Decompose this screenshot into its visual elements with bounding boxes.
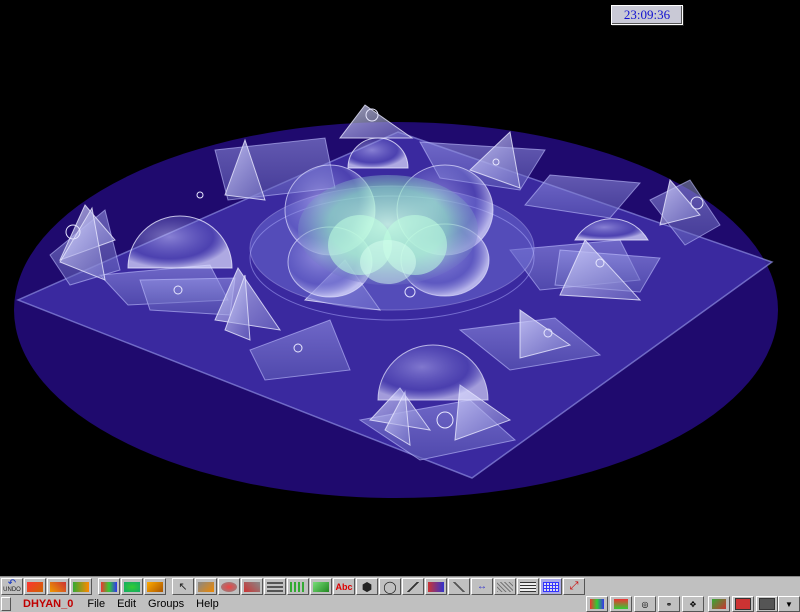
shapes-tool-button[interactable] — [98, 578, 120, 595]
project-name: DHYAN_0 — [23, 598, 74, 610]
layers-button[interactable] — [264, 578, 286, 595]
circle-icon: ◯ — [383, 579, 397, 594]
pencil-icon — [198, 581, 214, 592]
green-cube-icon — [313, 581, 329, 592]
layers-icon — [267, 581, 283, 592]
move-tool-button[interactable] — [70, 578, 92, 595]
dropdown-button[interactable]: ▼ — [778, 596, 800, 612]
grid-button[interactable] — [540, 578, 562, 595]
diagonal-line-icon — [451, 581, 467, 592]
menu-groups[interactable]: Groups — [148, 598, 184, 610]
3d-scene — [14, 104, 778, 498]
menu-help[interactable]: Help — [196, 598, 219, 610]
system-menu-box[interactable] — [1, 597, 11, 611]
toolbar: ↶ UNDO ↖ Abc ⬢ ◯ ↔ ⤢ — [0, 576, 800, 596]
orbit-button[interactable]: ⚭ — [658, 596, 680, 612]
green-arrow-icon — [73, 581, 89, 592]
scale-icon — [244, 581, 260, 592]
draw-tool-button[interactable] — [195, 578, 217, 595]
wave-tool-button[interactable] — [425, 578, 447, 595]
pan-icon: ✥ — [689, 599, 697, 609]
flag-button[interactable] — [610, 596, 632, 612]
brush-tool-button[interactable] — [144, 578, 166, 595]
display-button[interactable] — [756, 596, 778, 612]
transform-button[interactable]: ↔ — [471, 578, 493, 595]
axes-icon: ⤢ — [569, 580, 579, 592]
orange-curve-icon — [50, 581, 66, 592]
pan-button[interactable]: ✥ — [682, 596, 704, 612]
menu-edit[interactable]: Edit — [117, 598, 136, 610]
display-icon — [759, 598, 775, 610]
text-tool-button[interactable]: Abc — [333, 578, 355, 595]
grid-icon — [543, 581, 559, 592]
render-button[interactable] — [708, 596, 730, 612]
red-curves-icon — [27, 581, 43, 592]
rotate-tool-button[interactable] — [218, 578, 240, 595]
polygon-tool-button[interactable]: ⬢ — [356, 578, 378, 595]
chevron-down-icon: ▼ — [785, 599, 793, 609]
window-button[interactable] — [732, 596, 754, 612]
clock-display: 23:09:36 — [611, 5, 683, 25]
palette-icon — [590, 599, 604, 609]
color-palette-button[interactable] — [586, 596, 608, 612]
stroke-tool-button[interactable] — [448, 578, 470, 595]
eye-icon: ◎ — [641, 599, 649, 609]
grid-pattern-icon — [290, 581, 306, 592]
line-tool-button[interactable] — [402, 578, 424, 595]
octagon-icon: ⬢ — [361, 579, 373, 594]
table-icon — [520, 581, 536, 592]
rotate-icon — [221, 581, 237, 592]
view-tool-button[interactable]: ◎ — [634, 596, 656, 612]
axes-button[interactable]: ⤢ — [563, 578, 585, 595]
arc-tool-button[interactable] — [47, 578, 69, 595]
solid-button[interactable] — [310, 578, 332, 595]
circle-tool-button[interactable]: ◯ — [379, 578, 401, 595]
pattern-button[interactable] — [287, 578, 309, 595]
colorful-shapes-icon — [101, 581, 117, 592]
menubar: DHYAN_0 File Edit Groups Help — [0, 596, 800, 612]
green-spiral-icon — [124, 581, 140, 592]
flag-icon — [614, 599, 628, 609]
window-icon — [735, 598, 751, 610]
table-button[interactable] — [517, 578, 539, 595]
mesh-button[interactable] — [494, 578, 516, 595]
curve-tool-button[interactable] — [24, 578, 46, 595]
scale-tool-button[interactable] — [241, 578, 263, 595]
mesh-icon — [497, 581, 513, 592]
central-domes — [284, 164, 494, 298]
spiral-tool-button[interactable] — [121, 578, 143, 595]
undo-button[interactable]: ↶ UNDO — [1, 578, 23, 595]
orange-tool-icon — [147, 581, 163, 592]
line-tool-icon — [405, 581, 421, 592]
text-tool-icon: Abc — [335, 581, 353, 592]
menu-file[interactable]: File — [87, 598, 105, 610]
3d-viewport[interactable] — [0, 0, 800, 576]
pointer-icon: ↖ — [178, 581, 188, 593]
select-tool-button[interactable]: ↖ — [172, 578, 194, 595]
wave-icon — [428, 581, 444, 592]
arrows-icon: ↔ — [477, 581, 487, 592]
orbit-icon: ⚭ — [665, 599, 673, 609]
render-icon — [712, 599, 726, 609]
